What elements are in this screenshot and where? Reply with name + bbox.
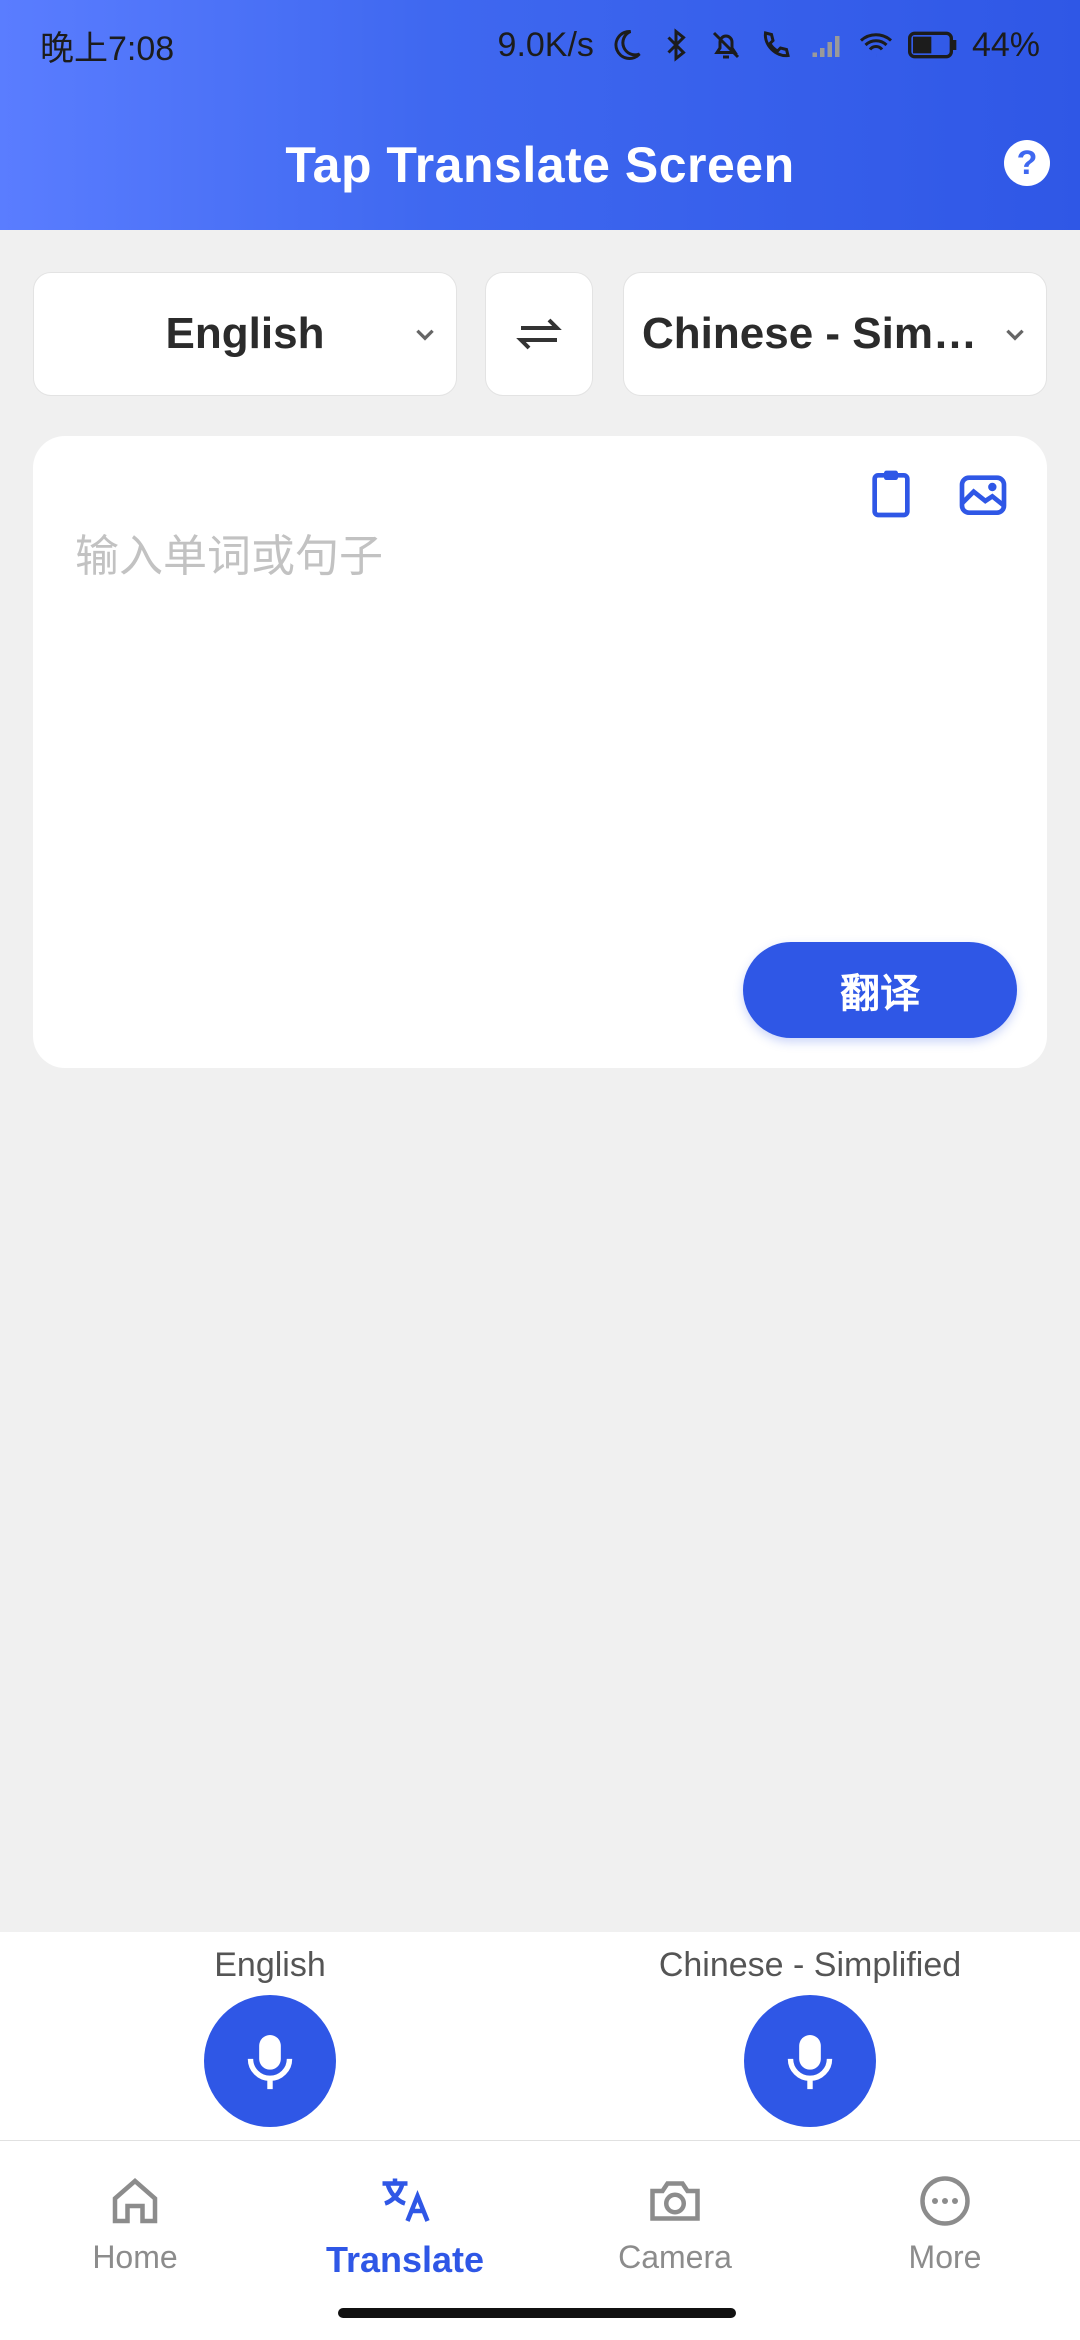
target-language-dropdown[interactable]: Chinese - Simpl... <box>623 272 1047 396</box>
voice-source-label: English <box>214 1946 326 1984</box>
mic-icon <box>787 2035 833 2090</box>
swap-languages-button[interactable] <box>485 272 593 396</box>
nav-more[interactable]: More <box>810 2171 1080 2311</box>
wifi-icon <box>859 33 892 57</box>
swap-icon <box>516 318 562 350</box>
status-time: 晚上7:08 <box>40 29 175 68</box>
help-icon[interactable]: ? <box>1004 140 1050 186</box>
input-placeholder[interactable]: 输入单词或句子 <box>75 520 383 584</box>
source-language-label: English <box>165 309 325 358</box>
status-icons: 9.0K/s 44% <box>498 26 1040 65</box>
home-indicator <box>338 2308 736 2318</box>
title-row: Tap Translate Screen <box>0 120 1080 210</box>
input-card[interactable]: 输入单词或句子 翻译 <box>33 436 1047 1068</box>
voice-target: Chinese - Simplified <box>540 1946 1080 2136</box>
target-mic-button[interactable] <box>744 1995 876 2127</box>
nav-camera-label: Camera <box>618 2239 732 2275</box>
voice-source: English <box>0 1946 540 2136</box>
home-icon <box>112 2178 158 2224</box>
network-speed: 9.0K/s <box>497 25 594 64</box>
source-mic-button[interactable] <box>204 1995 336 2127</box>
mic-icon <box>247 2035 293 2090</box>
voice-input-bar: English Chinese - Simplified <box>0 1932 1080 2141</box>
language-selector-row: English Chinese - Simpl... <box>33 272 1047 396</box>
mute-icon <box>712 31 739 59</box>
chevron-down-icon <box>416 329 434 341</box>
more-icon <box>920 2176 970 2226</box>
source-language-dropdown[interactable]: English <box>33 272 457 396</box>
signal-icon <box>812 36 840 57</box>
nav-camera[interactable]: Camera <box>540 2171 810 2311</box>
app-header: 晚上7:08 9.0K/s 44% Tap Translate Screen ? <box>0 0 1080 230</box>
page-title: Tap Translate Screen <box>285 137 795 193</box>
battery-icon <box>907 31 957 59</box>
camera-icon <box>650 2181 700 2221</box>
call-icon <box>763 31 790 58</box>
translate-button-label: 翻译 <box>840 972 920 1016</box>
nav-home[interactable]: Home <box>0 2171 270 2311</box>
nav-more-label: More <box>908 2239 982 2275</box>
translate-icon <box>382 2178 430 2222</box>
nav-translate[interactable]: Translate <box>270 2171 540 2311</box>
voice-target-label: Chinese - Simplified <box>658 1946 962 1984</box>
translate-button[interactable]: 翻译 <box>743 942 1017 1038</box>
target-language-label: Chinese - Simpl... <box>642 309 1002 358</box>
help-symbol: ? <box>1016 143 1038 182</box>
battery-level: 44% <box>971 25 1040 64</box>
image-icon[interactable] <box>955 466 1011 522</box>
clipboard-icon[interactable] <box>863 466 919 522</box>
nav-home-label: Home <box>92 2239 178 2275</box>
nav-translate-label: Translate <box>325 2239 485 2280</box>
chevron-down-icon <box>1006 329 1024 341</box>
moon-icon <box>614 29 641 60</box>
bluetooth-icon <box>667 28 686 62</box>
status-bar: 晚上7:08 9.0K/s 44% <box>0 0 1080 90</box>
